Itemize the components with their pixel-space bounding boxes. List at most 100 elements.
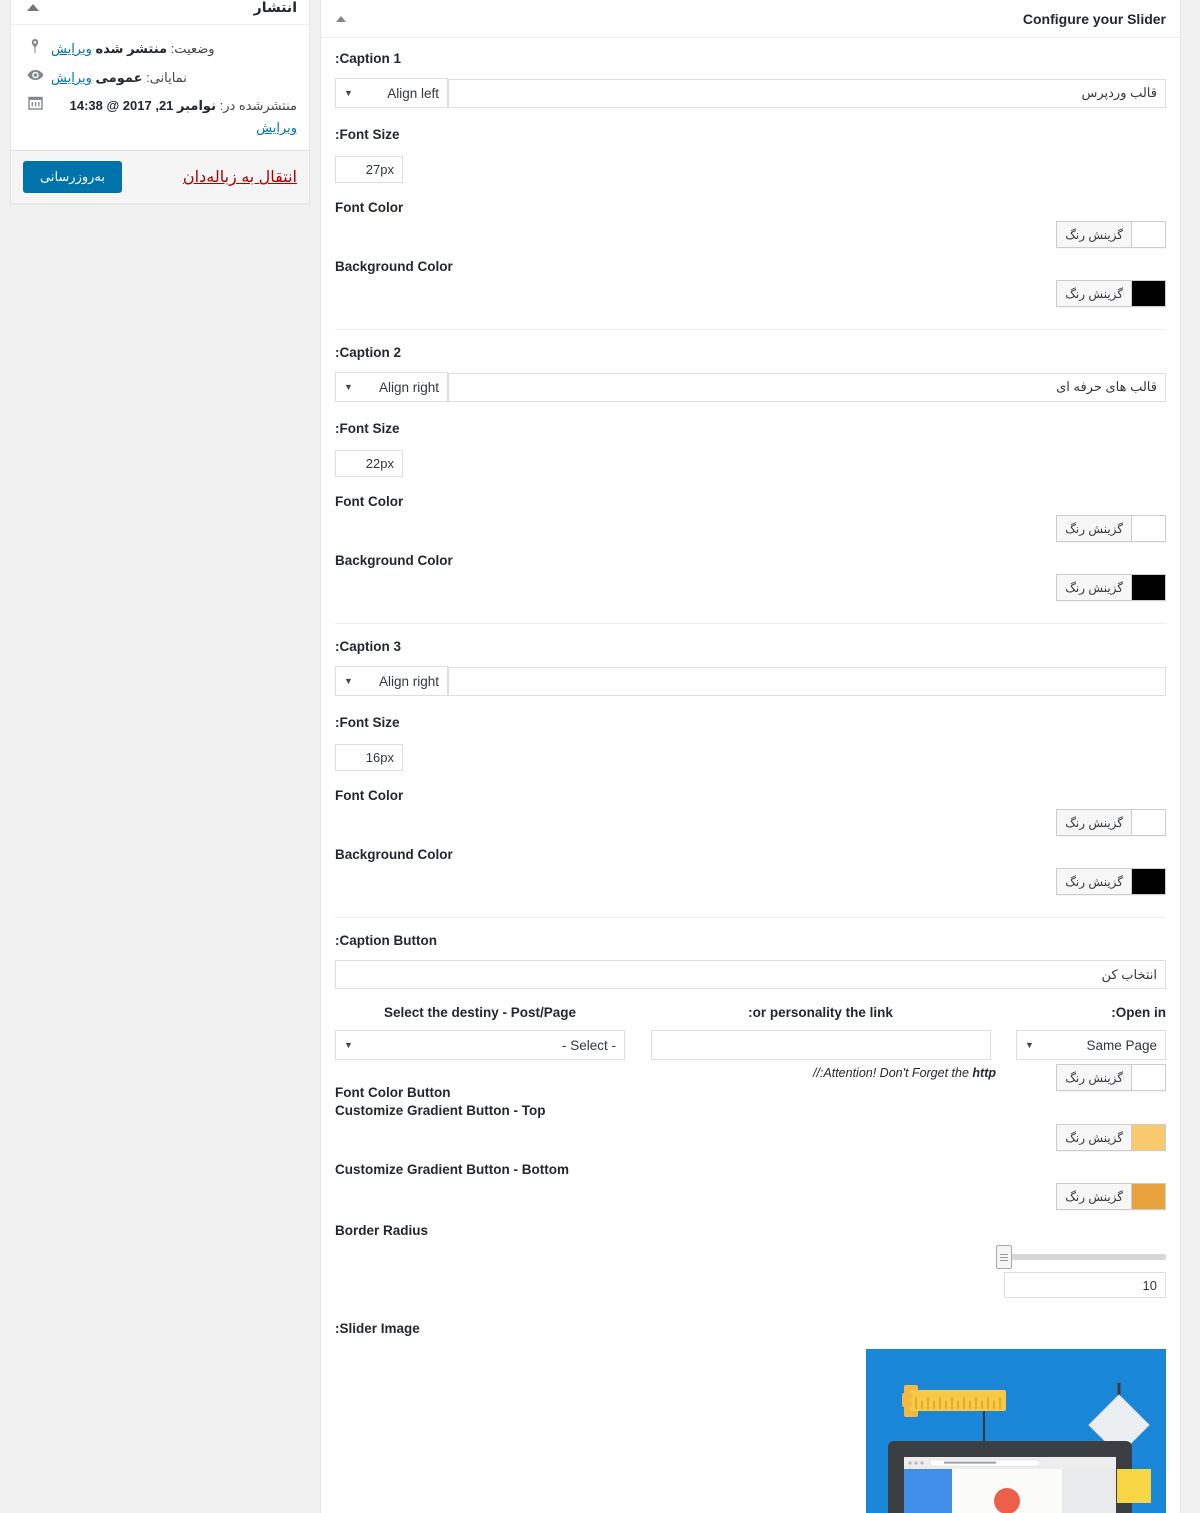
caption-button-section: :Caption Button Select the destiny - Pos… (335, 918, 1166, 1298)
caption-3-fontsize-input[interactable] (335, 744, 403, 771)
caption-1-bgcolor-picker[interactable]: گزینش رنگ (1056, 280, 1166, 307)
caption-3-bgcolor-picker-label: گزینش رنگ (1065, 874, 1123, 889)
pin-icon (23, 38, 47, 61)
chevron-down-icon: ▼ (1025, 1040, 1034, 1050)
destiny-label: Select the destiny - Post/Page (383, 1005, 577, 1020)
caption-3-heading: :Caption 3 (335, 639, 401, 654)
caption-2-section: :Caption 2 ▼ Align right :Font Size Font… (335, 330, 1166, 601)
caption-2-row: ▼ Align right (335, 372, 1166, 402)
caption-1-fontsize-input[interactable] (335, 156, 403, 183)
open-in-select-value: Same Page (1086, 1037, 1157, 1053)
caption-button-text-input[interactable] (335, 960, 1166, 989)
visibility-edit-link[interactable]: ویرایش (51, 70, 92, 85)
status-row: وضعیت: منتشر شده ویرایش (23, 35, 297, 64)
caption-2-fontcolor-picker-label: گزینش رنگ (1065, 521, 1123, 536)
visibility-text: نمایانی: عمومی ویرایش (51, 67, 187, 89)
caption-3-fontcolor-picker-label: گزینش رنگ (1065, 815, 1123, 830)
gradient-top-picker[interactable]: گزینش رنگ (1056, 1124, 1166, 1151)
caption-3-bgcolor-label: Background Color (335, 847, 453, 862)
caption-3-bgcolor-swatch (1131, 869, 1165, 894)
caption-1-fontcolor-picker-label: گزینش رنگ (1065, 227, 1123, 242)
published-label: منتشرشده در: (219, 98, 297, 114)
gradient-bottom-label: Customize Gradient Button - Bottom (335, 1162, 569, 1177)
border-radius-slider-handle[interactable] (996, 1245, 1012, 1269)
caption-3-align-value: Align right (378, 673, 439, 689)
caption-3-row: ▼ Align right (335, 666, 1166, 696)
destiny-select[interactable]: ▼ - Select - (335, 1030, 625, 1060)
status-text: وضعیت: منتشر شده ویرایش (51, 38, 215, 60)
caption-2-align-value: Align right (378, 379, 439, 395)
caption-1-fontsize-label: :Font Size (335, 127, 400, 142)
slider-config-header: Configure your Slider (321, 0, 1180, 38)
caption-1-text-input[interactable] (448, 78, 1166, 108)
publish-metabox: انتشار وضعیت: منتشر شده ویرایش نمایانی: … (10, 0, 310, 205)
caption-1-bgcolor-picker-label: گزینش رنگ (1065, 286, 1123, 301)
caption-2-fontcolor-picker[interactable]: گزینش رنگ (1056, 515, 1166, 542)
caption-2-fontsize-label: :Font Size (335, 421, 400, 436)
status-edit-link[interactable]: ویرایش (51, 41, 92, 56)
caption-1-heading: :Caption 1 (335, 51, 401, 66)
publish-metabox-title: انتشار (253, 0, 297, 15)
caption-2-fontcolor-swatch (1131, 516, 1165, 541)
gradient-top-picker-label: گزینش رنگ (1065, 1130, 1123, 1145)
caption-2-bgcolor-picker[interactable]: گزینش رنگ (1056, 574, 1166, 601)
caption-button-fontcolor-label: Font Color Button (335, 1085, 451, 1100)
caption-3-fontcolor-swatch (1131, 810, 1165, 835)
border-radius-slider[interactable] (996, 1245, 1166, 1269)
caption-2-align-select[interactable]: ▼ Align right (335, 372, 448, 402)
published-text: منتشرشده در: نوامبر 21, 2017 @ 14:38 ویر… (51, 95, 297, 139)
caption-1-row: ▼ Align left (335, 78, 1166, 108)
publish-metabox-header: انتشار (11, 0, 309, 25)
caption-2-text-input[interactable] (448, 372, 1166, 402)
slider-image-heading: :Slider Image (335, 1321, 420, 1336)
slider-image-preview[interactable] (866, 1349, 1166, 1513)
slider-image-section: :Slider Image (335, 1298, 1166, 1513)
move-to-trash-link[interactable]: انتقال به زباله‌دان (183, 167, 297, 187)
caption-2-fontsize-input[interactable] (335, 450, 403, 477)
caption-1-fontcolor-swatch (1131, 222, 1165, 247)
open-in-select[interactable]: ▼ Same Page (1016, 1030, 1166, 1060)
caption-2-fontcolor-label: Font Color (335, 494, 404, 509)
collapse-triangle-icon[interactable] (23, 0, 43, 17)
destiny-select-value: - Select - (561, 1037, 616, 1053)
caption-1-fontcolor-picker[interactable]: گزینش رنگ (1056, 221, 1166, 248)
caption-2-bgcolor-picker-label: گزینش رنگ (1065, 580, 1123, 595)
gradient-bottom-picker[interactable]: گزینش رنگ (1056, 1183, 1166, 1210)
border-radius-label: Border Radius (335, 1223, 429, 1238)
caption-3-text-input[interactable] (448, 666, 1166, 696)
caption-1-fontcolor-label: Font Color (335, 200, 404, 215)
caption-3-align-select[interactable]: ▼ Align right (335, 666, 448, 696)
chevron-down-icon: ▼ (344, 88, 353, 98)
border-radius-slider-track[interactable] (996, 1245, 1166, 1269)
publish-actions: انتقال به زباله‌دان به‌روزرسانی (11, 150, 309, 204)
caption-1-align-select[interactable]: ▼ Align left (335, 78, 448, 108)
published-value: نوامبر 21, 2017 @ 14:38 (69, 98, 216, 114)
gradient-top-label: Customize Gradient Button - Top (335, 1103, 546, 1118)
visibility-value: عمومی (95, 70, 143, 85)
status-value: منتشر شده (95, 41, 168, 56)
link-url-input[interactable] (650, 1030, 991, 1060)
caption-1-align-value: Align left (387, 85, 439, 101)
chevron-down-icon: ▼ (344, 676, 353, 686)
collapse-triangle-icon[interactable] (333, 10, 351, 28)
caption-3-fontcolor-label: Font Color (335, 788, 404, 803)
status-label: وضعیت: (170, 41, 215, 56)
slider-config-body: :Caption 1 ▼ Align left :Font Size Font … (321, 38, 1180, 1513)
slider-config-title: Configure your Slider (1022, 10, 1166, 27)
published-edit-link[interactable]: ویرایش (256, 120, 297, 135)
border-radius-input[interactable] (1004, 1272, 1166, 1298)
chevron-down-icon: ▼ (344, 1040, 353, 1050)
eye-icon (23, 67, 47, 89)
caption-3-bgcolor-picker[interactable]: گزینش رنگ (1056, 868, 1166, 895)
chevron-down-icon: ▼ (344, 382, 353, 392)
update-button[interactable]: به‌روزرسانی (23, 161, 123, 194)
calendar-icon (23, 95, 47, 117)
caption-3-fontsize-label: :Font Size (335, 715, 400, 730)
caption-3-section: :Caption 3 ▼ Align right :Font Size Font… (335, 624, 1166, 895)
publish-metabox-body: وضعیت: منتشر شده ویرایش نمایانی: عمومی و… (11, 25, 309, 150)
caption-3-fontcolor-picker[interactable]: گزینش رنگ (1056, 809, 1166, 836)
gradient-bottom-swatch (1131, 1184, 1165, 1209)
admin-screen: انتشار وضعیت: منتشر شده ویرایش نمایانی: … (0, 0, 1200, 1513)
published-row: منتشرشده در: نوامبر 21, 2017 @ 14:38 ویر… (23, 92, 297, 142)
caption-2-heading: :Caption 2 (335, 345, 401, 360)
